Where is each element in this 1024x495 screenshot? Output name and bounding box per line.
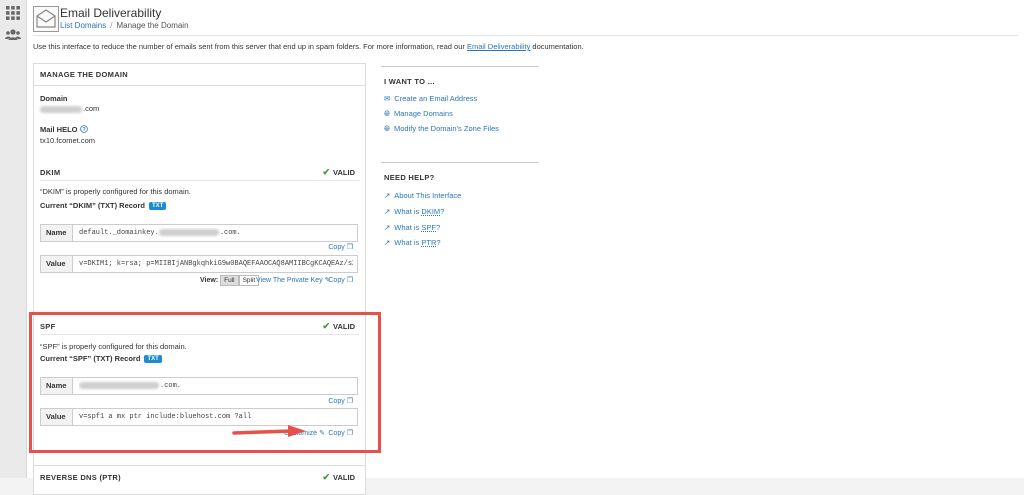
question-mark: ?: [436, 238, 441, 247]
dkim-name-copy-button[interactable]: Copy ❐: [328, 243, 353, 251]
breadcrumb-separator: /: [110, 21, 113, 30]
dkim-record-label: Current “DKIM” (TXT) Record TXT: [40, 201, 167, 211]
dkim-name-value[interactable]: default._domainkey. .com.: [79, 225, 353, 241]
create-email-label: Create an Email Address: [394, 94, 478, 103]
what-is-label: What is: [394, 223, 420, 232]
question-mark: ?: [436, 223, 441, 232]
view-full-button[interactable]: Full: [220, 275, 239, 286]
question-mark: ?: [440, 207, 445, 216]
manage-domains-label: Manage Domains: [394, 109, 453, 118]
private-key-label: View The Private Key: [256, 277, 323, 284]
dkim-name-field[interactable]: Name default._domainkey. .com.: [40, 224, 358, 242]
main-content: Email Deliverability List Domains / Manage…: [27, 0, 1024, 495]
dkim-record-label-text: Current “DKIM” (TXT) Record: [40, 201, 145, 210]
txt-badge: TXT: [149, 202, 167, 211]
copy-icon: ❐: [346, 277, 353, 284]
what-is-dkim-link[interactable]: ↗ What is DKIM?: [384, 207, 444, 216]
ptr-divider: [34, 465, 365, 466]
domain-label: Domain: [40, 94, 68, 103]
dkim-view-toggle: View: Full Split: [200, 275, 260, 286]
mail-helo-value: tx10.fcomet.com: [40, 136, 96, 145]
redacted-domain: [40, 105, 82, 113]
about-interface-link[interactable]: ↗ About This Interface: [384, 191, 461, 200]
what-is-ptr-link[interactable]: ↗ What is PTR?: [384, 238, 441, 247]
spf-highlight-box: [29, 312, 381, 453]
dkim-value-label: Value: [41, 256, 73, 272]
copy-icon: ❐: [346, 244, 353, 251]
external-link-icon: ↗: [384, 223, 391, 232]
check-icon: ✔: [322, 472, 331, 482]
external-link-icon: ↗: [384, 238, 391, 247]
domain-suffix: .com: [83, 104, 100, 113]
globe-icon: 🌐︎: [384, 109, 390, 118]
copy-label: Copy: [328, 244, 345, 251]
email-deliverability-doc-link[interactable]: Email Deliverability: [467, 42, 530, 51]
modify-zone-link[interactable]: 🌐︎ Modify the Domain’s Zone Files: [384, 124, 499, 134]
arrow-annotation-icon: [232, 425, 306, 437]
dkim-abbr: DKIM: [421, 207, 441, 216]
left-rail: [0, 0, 27, 478]
intro-text-after: documentation.: [532, 42, 584, 51]
i-want-to-title: I WANT TO ...: [384, 77, 435, 86]
card-title: MANAGE THE DOMAIN: [34, 64, 365, 86]
redacted-domain: [158, 228, 219, 236]
dkim-title: DKIM: [40, 168, 61, 177]
dkim-value-field[interactable]: Value v=DKIM1; k=rsa; p=MIIBIjANBgkqhkiG…: [40, 255, 358, 273]
dkim-name-label: Name: [41, 225, 73, 241]
globe-icon: 🌐︎: [384, 124, 390, 133]
spf-abbr: SPF: [421, 223, 436, 232]
external-link-icon: ↗: [384, 207, 391, 216]
envelope-icon: ✉: [384, 94, 391, 103]
dkim-message: “DKIM” is properly configured for this d…: [40, 187, 191, 196]
what-is-label: What is: [394, 207, 420, 216]
help-icon[interactable]: ?: [79, 125, 88, 133]
view-label: View:: [200, 277, 219, 284]
dkim-divider: [40, 180, 359, 181]
about-interface-label: About This Interface: [394, 191, 462, 200]
dkim-status-text: VALID: [333, 168, 355, 177]
breadcrumb: List Domains / Manage the Domain: [60, 21, 189, 30]
mail-helo-label: Mail HELO ?: [40, 125, 88, 134]
intro-text-before: Use this interface to reduce the number …: [33, 42, 465, 51]
header-divider: [33, 35, 1018, 36]
page-title: Email Deliverability: [60, 6, 162, 20]
copy-label: Copy: [328, 277, 345, 284]
sidebar-divider-help: [381, 162, 538, 163]
dkim-name-suffix: .com.: [219, 229, 241, 237]
external-link-icon: ↗: [384, 191, 391, 200]
email-deliverability-icon: [33, 6, 59, 32]
dkim-value-text[interactable]: v=DKIM1; k=rsa; p=MIIBIjANBgkqhkiG9w0BAQ…: [79, 256, 353, 272]
apps-grid-icon[interactable]: [5, 5, 21, 21]
need-help-title: NEED HELP?: [384, 173, 435, 182]
manage-domains-link[interactable]: 🌐︎ Manage Domains: [384, 109, 453, 119]
what-is-label: What is: [394, 238, 420, 247]
what-is-spf-link[interactable]: ↗ What is SPF?: [384, 223, 440, 232]
view-private-key-link[interactable]: View The Private Key ✎: [256, 276, 331, 284]
create-email-link[interactable]: ✉ Create an Email Address: [384, 94, 477, 103]
check-icon: ✔: [322, 167, 331, 177]
breadcrumb-current: Manage the Domain: [116, 21, 189, 30]
dkim-status: ✔ VALID: [323, 167, 356, 178]
mail-helo-label-text: Mail HELO: [40, 125, 78, 134]
domain-value: .com: [40, 104, 99, 113]
manage-domain-card: MANAGE THE DOMAIN Domain .com Mail HELO …: [29, 63, 381, 495]
ptr-abbr: PTR: [421, 238, 437, 247]
dkim-name-prefix: default._domainkey.: [79, 229, 159, 237]
sidebar-divider-top: [381, 66, 538, 67]
users-icon[interactable]: [5, 27, 21, 43]
intro-text: Use this interface to reduce the number …: [33, 42, 584, 51]
dkim-value-copy-button[interactable]: Copy ❐: [328, 276, 353, 284]
modify-zone-label: Modify the Domain’s Zone Files: [394, 124, 499, 133]
breadcrumb-list-domains[interactable]: List Domains: [60, 21, 106, 30]
